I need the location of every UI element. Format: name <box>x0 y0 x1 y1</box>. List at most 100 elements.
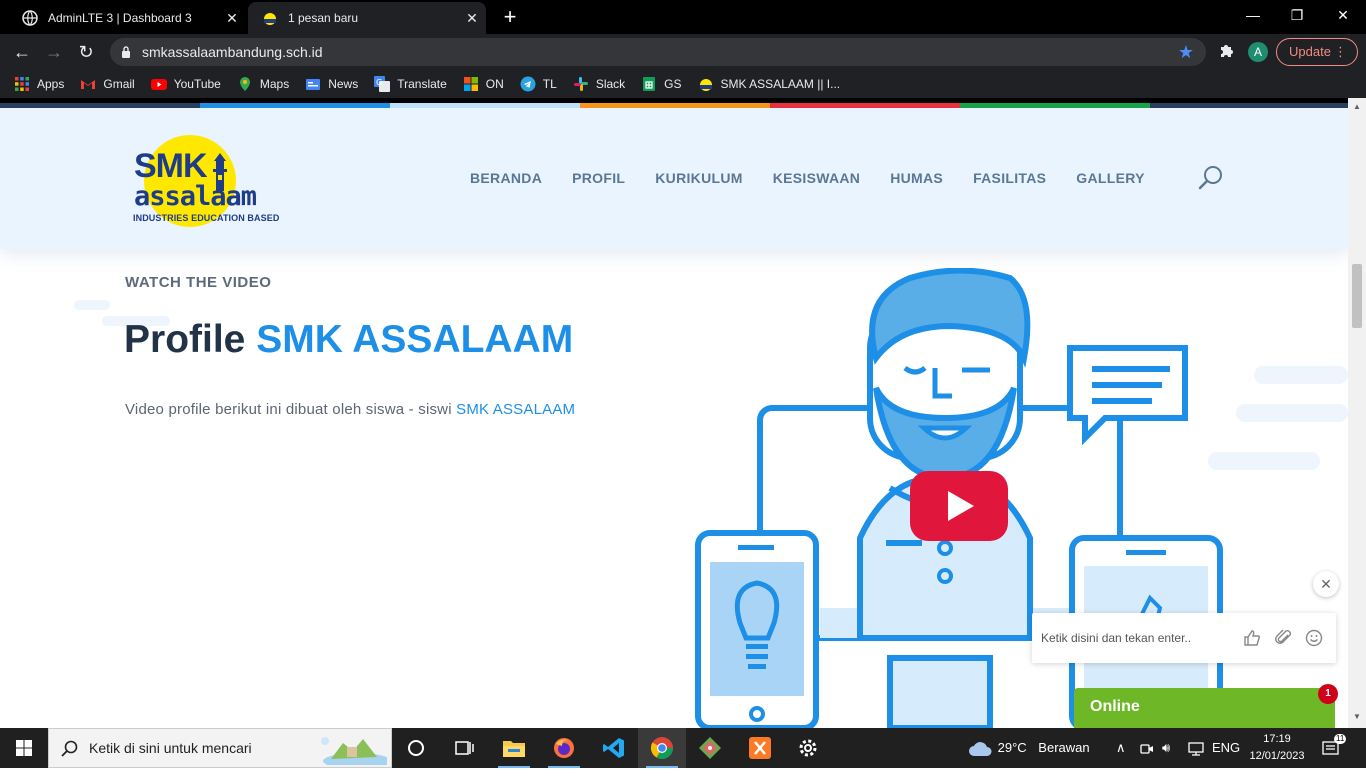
update-label: Update <box>1289 44 1331 59</box>
site-favicon-icon <box>262 10 278 26</box>
clock-date: 12/01/2023 <box>1249 750 1305 762</box>
cortana-icon[interactable] <box>392 728 440 768</box>
scrollbar-thumb[interactable] <box>1352 264 1362 328</box>
bookmark-maps[interactable]: Maps <box>237 76 289 92</box>
file-explorer-icon[interactable] <box>490 728 538 768</box>
bookmark-label: GS <box>664 77 682 91</box>
settings-gear-icon[interactable] <box>784 728 832 768</box>
close-tab-icon[interactable]: ✕ <box>458 10 486 27</box>
lead-plain: Video profile berikut ini dibuat oleh si… <box>125 401 457 418</box>
task-view-icon[interactable] <box>440 728 488 768</box>
taskbar-search-input[interactable]: Ketik di sini untuk mencari <box>48 728 392 769</box>
slack-icon <box>573 76 589 92</box>
chat-online-bar[interactable]: Online <box>1074 688 1335 728</box>
meet-now-icon[interactable] <box>1140 728 1154 768</box>
cloud-icon <box>969 741 992 756</box>
chrome-icon[interactable] <box>638 728 686 768</box>
git-kraken-icon[interactable] <box>686 728 734 768</box>
back-icon[interactable]: ← <box>8 38 36 66</box>
bookmark-gs[interactable]: GS <box>641 76 682 92</box>
scroll-up-icon[interactable]: ▲ <box>1348 102 1366 111</box>
xampp-icon[interactable] <box>736 728 784 768</box>
profile-avatar[interactable]: A <box>1248 42 1268 62</box>
nav-gallery[interactable]: GALLERY <box>1076 170 1144 186</box>
section-eyebrow: WATCH THE VIDEO <box>125 274 272 291</box>
google-sheets-icon <box>641 76 657 92</box>
bookmark-youtube[interactable]: YouTube <box>150 76 221 92</box>
headline-accent: SMK ASSALAAM <box>256 318 574 361</box>
bookmark-news[interactable]: News <box>305 76 358 92</box>
restore-icon[interactable]: ❐ <box>1274 0 1320 30</box>
minimize-icon[interactable]: — <box>1230 0 1276 30</box>
bookmark-gmail[interactable]: Gmail <box>80 76 135 92</box>
nav-beranda[interactable]: BERANDA <box>470 170 542 186</box>
notification-count-badge: 11 <box>1334 734 1347 744</box>
volume-icon[interactable]: 🔊︎ <box>1162 728 1170 768</box>
tab-pesan-baru[interactable]: 1 pesan baru ✕ <box>248 2 486 34</box>
emoji-icon[interactable] <box>1304 629 1324 649</box>
bookmark-label: News <box>328 77 359 91</box>
bookmark-label: TL <box>542 77 557 91</box>
new-tab-button[interactable]: + <box>498 6 522 30</box>
chat-close-icon[interactable]: ✕ <box>1313 571 1339 597</box>
headline-plain: Profile <box>124 318 257 361</box>
thumbs-up-icon[interactable] <box>1242 629 1262 649</box>
globe-icon <box>22 10 38 26</box>
search-icon[interactable] <box>1197 164 1225 192</box>
taskbar-clock[interactable]: 17:19 12/01/2023 <box>1246 731 1308 765</box>
nav-fasilitas[interactable]: FASILITAS <box>973 170 1046 186</box>
site-logo[interactable]: SMK assalaam INDUSTRIES EDUCATION BASED <box>132 133 294 229</box>
forward-icon[interactable]: → <box>40 38 68 66</box>
close-tab-icon[interactable]: ✕ <box>218 10 246 27</box>
reload-icon[interactable]: ↻ <box>72 38 100 66</box>
weather-temp: 29°C <box>997 740 1027 755</box>
url-text: smkassalaambandung.sch.id <box>142 44 323 60</box>
section-headline: Profile SMK ASSALAAM <box>124 318 573 362</box>
bookmark-smk[interactable]: SMK ASSALAAM || I... <box>698 76 841 92</box>
notifications-icon[interactable]: 11 <box>1322 728 1347 768</box>
bookmark-on[interactable]: ON <box>463 76 504 92</box>
tab-title: 1 pesan baru <box>288 11 359 25</box>
network-icon[interactable] <box>1188 728 1204 768</box>
clock-time: 17:19 <box>1263 733 1291 745</box>
chat-placeholder: Ketik disini dan tekan enter.. <box>1041 631 1192 645</box>
nav-profil[interactable]: PROFIL <box>572 170 625 186</box>
decor-line <box>1254 366 1348 384</box>
windows-start-icon[interactable] <box>0 728 48 768</box>
bookmark-label: YouTube <box>173 77 221 91</box>
bookmark-label: SMK ASSALAAM || I... <box>720 77 841 91</box>
bookmark-label: Apps <box>37 77 65 91</box>
svg-text:G: G <box>376 78 382 87</box>
bookmark-apps[interactable]: Apps <box>14 76 64 92</box>
nav-humas[interactable]: HUMAS <box>890 170 943 186</box>
page-scrollbar[interactable]: ▲ ▼ <box>1348 98 1366 728</box>
update-button[interactable]: Update ⋮ <box>1276 38 1358 66</box>
lock-icon <box>121 38 131 69</box>
extensions-puzzle-icon[interactable] <box>1216 42 1236 62</box>
bookmark-tl[interactable]: TL <box>520 76 557 92</box>
address-bar[interactable]: smkassalaambandung.sch.id ★ <box>110 38 1206 66</box>
main-nav: BERANDA PROFIL KURIKULUM KESISWAAN HUMAS… <box>470 170 1175 186</box>
bookmark-translate[interactable]: G Translate <box>374 76 447 92</box>
tray-overflow-chevron-icon[interactable]: ∧ <box>1116 728 1126 768</box>
tab-adminlte[interactable]: AdminLTE 3 | Dashboard 3 ✕ <box>8 2 246 34</box>
bookmark-label: ON <box>485 77 504 91</box>
chat-input-field[interactable]: Ketik disini dan tekan enter.. <box>1032 613 1336 663</box>
weather-widget[interactable]: 29°C Berawan <box>968 728 1090 768</box>
vscode-icon[interactable] <box>590 728 638 768</box>
bookmark-label: Gmail <box>103 77 135 91</box>
language-indicator[interactable]: ENG <box>1212 728 1240 768</box>
bookmark-label: Slack <box>595 77 626 91</box>
bookmark-star-icon[interactable]: ★ <box>1178 38 1194 66</box>
bookmark-slack[interactable]: Slack <box>573 76 625 92</box>
nav-kesiswaan[interactable]: KESISWAAN <box>773 170 861 186</box>
nav-kurikulum[interactable]: KURIKULUM <box>655 170 742 186</box>
tab-title: AdminLTE 3 | Dashboard 3 <box>48 11 192 25</box>
windows-taskbar: Ketik di sini untuk mencari 29°C Berawan… <box>0 728 1366 769</box>
close-window-icon[interactable]: ✕ <box>1320 0 1366 30</box>
more-vert-icon: ⋮ <box>1334 44 1347 59</box>
search-highlight-illustration <box>317 733 391 769</box>
scroll-down-icon[interactable]: ▼ <box>1348 712 1366 721</box>
attachment-icon[interactable] <box>1274 629 1294 649</box>
firefox-icon[interactable] <box>540 728 588 768</box>
